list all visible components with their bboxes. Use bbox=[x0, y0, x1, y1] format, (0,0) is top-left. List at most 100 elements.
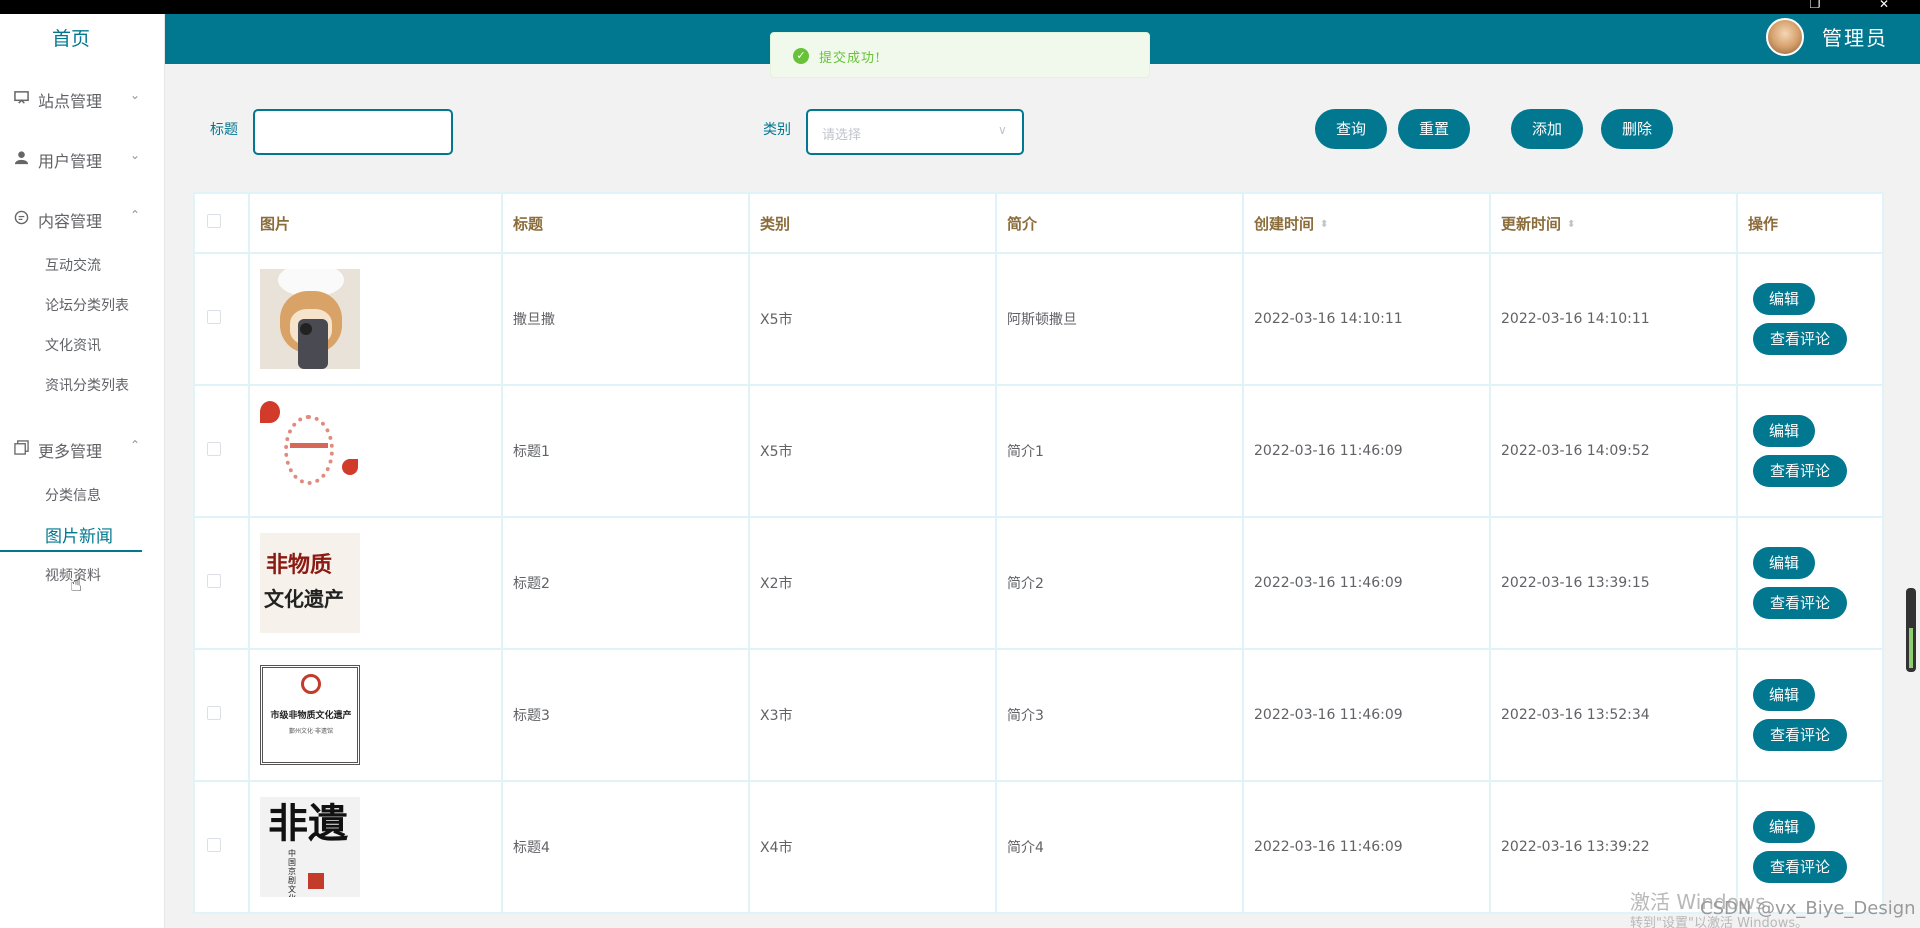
category-placeholder: 请选择 bbox=[822, 128, 862, 143]
header-created-label: 创建时间 bbox=[1254, 214, 1315, 233]
chevron-down-icon: ⌄ bbox=[130, 88, 141, 102]
header-updated-label: 更新时间 bbox=[1501, 214, 1562, 233]
row-title: 标题1 bbox=[501, 384, 750, 518]
edit-button[interactable]: 编辑 bbox=[1753, 811, 1815, 843]
thumb-text: 鄞州文化·非遗馆 bbox=[289, 728, 333, 735]
search-button[interactable]: 查询 bbox=[1315, 109, 1387, 149]
header-actions: 操作 bbox=[1736, 192, 1884, 254]
thumbnail-calligraphy[interactable]: 非物质 文化遗产 bbox=[260, 533, 360, 633]
monitor-icon bbox=[14, 90, 29, 109]
sidebar-group-label: 更多管理 bbox=[38, 442, 103, 461]
chevron-down-icon: ∨ bbox=[998, 123, 1007, 137]
row-checkbox[interactable] bbox=[207, 838, 221, 852]
row-created: 2022-03-16 11:46:09 bbox=[1242, 516, 1491, 650]
row-updated: 2022-03-16 13:52:34 bbox=[1489, 648, 1738, 782]
category-select[interactable]: 请选择 ∨ bbox=[806, 109, 1024, 155]
header-category: 类别 bbox=[748, 192, 997, 254]
view-comments-button[interactable]: 查看评论 bbox=[1753, 323, 1847, 355]
row-category: X5市 bbox=[748, 252, 997, 386]
header-created[interactable]: 创建时间 ⬍ bbox=[1242, 192, 1491, 254]
thumb-text: 中国京剧文化 bbox=[288, 849, 296, 897]
thumb-text: 非遺 bbox=[268, 800, 348, 847]
row-intro: 简介4 bbox=[995, 780, 1244, 914]
sidebar-item-forum-category[interactable]: 论坛分类列表 bbox=[45, 295, 129, 315]
sort-icon[interactable]: ⬍ bbox=[1567, 219, 1575, 230]
row-title: 标题2 bbox=[501, 516, 750, 650]
reset-button[interactable]: 重置 bbox=[1398, 109, 1470, 149]
user-icon bbox=[14, 150, 29, 169]
view-comments-button[interactable]: 查看评论 bbox=[1753, 851, 1847, 883]
sidebar-item-culture-news[interactable]: 文化资讯 bbox=[45, 335, 101, 355]
header-updated[interactable]: 更新时间 ⬍ bbox=[1489, 192, 1738, 254]
table-row: 市级非物质文化遗产 鄞州文化·非遗馆 标题3 X3市 简介3 2022-03-1… bbox=[193, 648, 1884, 782]
table-row: 撒旦撒 X5市 阿斯顿撒旦 2022-03-16 14:10:11 2022-0… bbox=[193, 252, 1884, 386]
window-titlebar: ❐ ✕ bbox=[0, 0, 1920, 14]
sidebar-group-label: 用户管理 bbox=[38, 152, 103, 171]
view-comments-button[interactable]: 查看评论 bbox=[1753, 587, 1847, 619]
edit-button[interactable]: 编辑 bbox=[1753, 415, 1815, 447]
select-all-checkbox[interactable] bbox=[207, 214, 221, 228]
header-intro: 简介 bbox=[995, 192, 1244, 254]
header-image: 图片 bbox=[248, 192, 503, 254]
chat-icon bbox=[14, 210, 29, 229]
row-checkbox[interactable] bbox=[207, 442, 221, 456]
row-updated: 2022-03-16 13:39:15 bbox=[1489, 516, 1738, 650]
row-intro: 简介2 bbox=[995, 516, 1244, 650]
table-row: 标题1 X5市 简介1 2022-03-16 11:46:09 2022-03-… bbox=[193, 384, 1884, 518]
scrollbar[interactable] bbox=[1906, 588, 1916, 672]
row-category: X2市 bbox=[748, 516, 997, 650]
sidebar-group-more[interactable]: 更多管理 ⌃ bbox=[0, 428, 165, 468]
check-circle-icon: ✓ bbox=[793, 48, 809, 64]
row-category: X4市 bbox=[748, 780, 997, 914]
thumbnail-red-pattern[interactable] bbox=[260, 401, 360, 501]
row-created: 2022-03-16 11:46:09 bbox=[1242, 384, 1491, 518]
avatar[interactable] bbox=[1766, 18, 1804, 56]
chevron-up-icon: ⌃ bbox=[130, 208, 141, 222]
row-category: X5市 bbox=[748, 384, 997, 518]
row-created: 2022-03-16 11:46:09 bbox=[1242, 648, 1491, 782]
row-checkbox[interactable] bbox=[207, 706, 221, 720]
sidebar-group-label: 内容管理 bbox=[38, 212, 103, 231]
view-comments-button[interactable]: 查看评论 bbox=[1753, 719, 1847, 751]
row-checkbox[interactable] bbox=[207, 310, 221, 324]
sidebar-group-site[interactable]: 站点管理 ⌄ bbox=[0, 78, 165, 118]
thumbnail-certificate[interactable]: 市级非物质文化遗产 鄞州文化·非遗馆 bbox=[260, 665, 360, 765]
sort-icon[interactable]: ⬍ bbox=[1320, 219, 1328, 230]
row-created: 2022-03-16 14:10:11 bbox=[1242, 252, 1491, 386]
sidebar-item-news-category[interactable]: 资讯分类列表 bbox=[45, 375, 129, 395]
sidebar-item-interaction[interactable]: 互动交流 bbox=[45, 255, 101, 275]
row-checkbox[interactable] bbox=[207, 574, 221, 588]
close-window-icon[interactable]: ✕ bbox=[1864, 0, 1904, 14]
row-intro: 阿斯顿撒旦 bbox=[995, 252, 1244, 386]
csdn-watermark: CSDN @vx_Biye_Design bbox=[1700, 898, 1916, 919]
thumbnail-dog[interactable] bbox=[260, 269, 360, 369]
copy-icon bbox=[14, 440, 29, 459]
delete-button[interactable]: 删除 bbox=[1601, 109, 1673, 149]
edit-button[interactable]: 编辑 bbox=[1753, 679, 1815, 711]
edit-button[interactable]: 编辑 bbox=[1753, 283, 1815, 315]
row-category: X3市 bbox=[748, 648, 997, 782]
active-indicator bbox=[0, 550, 142, 552]
sidebar-group-label: 站点管理 bbox=[38, 92, 103, 111]
row-updated: 2022-03-16 14:09:52 bbox=[1489, 384, 1738, 518]
thumb-text: 市级非物质文化遗产 bbox=[270, 711, 352, 721]
sidebar-item-picture-news[interactable]: 图片新闻 bbox=[45, 522, 113, 547]
row-updated: 2022-03-16 14:10:11 bbox=[1489, 252, 1738, 386]
select-all-cell bbox=[193, 192, 250, 254]
row-intro: 简介3 bbox=[995, 648, 1244, 782]
thumbnail-feiyi-logo[interactable]: 非遺 中国京剧文化 bbox=[260, 797, 360, 897]
sidebar-home[interactable]: 首页 bbox=[0, 24, 142, 51]
sidebar-group-user[interactable]: 用户管理 ⌄ bbox=[0, 138, 165, 178]
restore-window-icon[interactable]: ❐ bbox=[1795, 0, 1835, 14]
sidebar-item-category-info[interactable]: 分类信息 bbox=[45, 485, 101, 505]
sidebar: 首页 站点管理 ⌄ 用户管理 ⌄ 内容管理 ⌃ 互动交流 论坛分类列表 文化资讯… bbox=[0, 14, 165, 928]
edit-button[interactable]: 编辑 bbox=[1753, 547, 1815, 579]
row-title: 标题4 bbox=[501, 780, 750, 914]
add-button[interactable]: 添加 bbox=[1511, 109, 1583, 149]
row-title: 撒旦撒 bbox=[501, 252, 750, 386]
view-comments-button[interactable]: 查看评论 bbox=[1753, 455, 1847, 487]
title-input[interactable] bbox=[253, 109, 453, 155]
sidebar-group-content[interactable]: 内容管理 ⌃ bbox=[0, 198, 165, 238]
admin-name[interactable]: 管理员 bbox=[1822, 22, 1888, 51]
table-header-row: 图片 标题 类别 简介 创建时间 ⬍ 更新时间 ⬍ 操作 bbox=[193, 192, 1884, 254]
